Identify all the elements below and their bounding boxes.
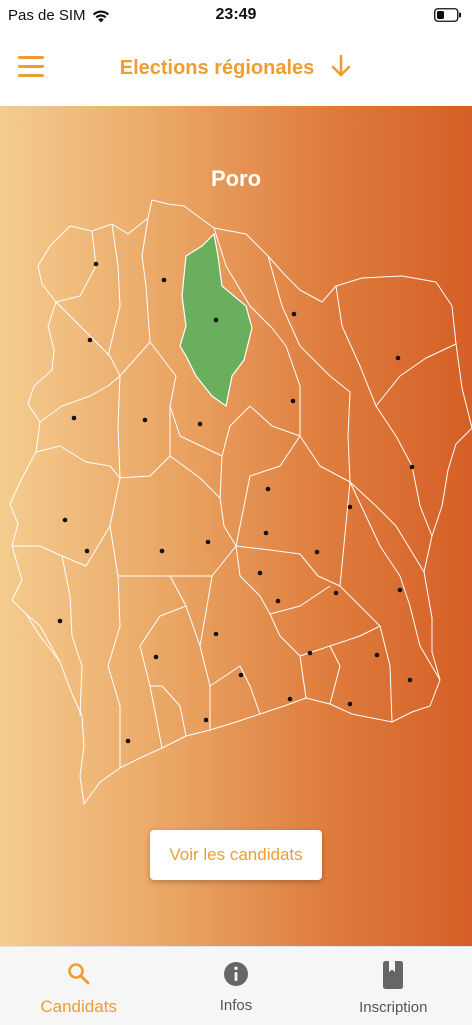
- region-marker: [93, 261, 99, 267]
- region-marker: [205, 539, 211, 545]
- tab-bar: Candidats Infos Inscription: [0, 946, 472, 1025]
- region-marker: [238, 672, 244, 678]
- map-panel: Poro Voir les candidats: [0, 106, 472, 946]
- region-marker: [291, 311, 297, 317]
- region-marker: [62, 517, 68, 523]
- search-icon: [67, 961, 91, 991]
- region-marker: [275, 598, 281, 604]
- region-marker: [407, 677, 413, 683]
- region-marker: [125, 738, 131, 744]
- page-title: Elections régionales: [119, 56, 315, 79]
- region-map[interactable]: [0, 106, 472, 946]
- region-marker: [265, 486, 271, 492]
- region-marker: [257, 570, 263, 576]
- region-marker: [290, 398, 296, 404]
- region-marker: [87, 337, 93, 343]
- tab-infos[interactable]: Infos: [157, 947, 314, 1025]
- tab-candidats[interactable]: Candidats: [0, 947, 157, 1025]
- region-marker: [84, 548, 90, 554]
- arrow-down-icon: [330, 54, 352, 83]
- region-marker: [314, 549, 320, 555]
- region-marker: [57, 618, 63, 624]
- tab-label: Infos: [219, 997, 253, 1014]
- region-marker: [203, 717, 209, 723]
- nav-header: Elections régionales: [0, 32, 472, 104]
- region-marker: [213, 317, 219, 323]
- status-bar: Pas de SIM 23:49: [0, 0, 472, 32]
- region-marker: [409, 464, 415, 470]
- region-marker: [71, 415, 77, 421]
- region-marker: [374, 652, 380, 658]
- region-marker: [287, 696, 293, 702]
- region-marker: [159, 548, 165, 554]
- region-marker: [307, 650, 313, 656]
- map-borders: [9, 199, 472, 805]
- region-marker: [397, 587, 403, 593]
- region-marker: [213, 631, 219, 637]
- battery-icon: [434, 8, 462, 26]
- region-marker: [161, 277, 167, 283]
- info-icon: [223, 961, 249, 991]
- region-marker: [347, 504, 353, 510]
- view-candidates-button[interactable]: Voir les candidats: [150, 830, 322, 880]
- bookmark-book-icon: [383, 961, 404, 993]
- region-marker: [142, 417, 148, 423]
- menu-button[interactable]: [18, 54, 46, 80]
- region-marker: [153, 654, 159, 660]
- region-marker: [347, 701, 353, 707]
- tab-label: Candidats: [40, 997, 117, 1016]
- tab-inscription[interactable]: Inscription: [315, 947, 472, 1025]
- region-marker: [263, 530, 269, 536]
- clock: 23:49: [215, 6, 257, 23]
- title-dropdown[interactable]: Elections régionales: [120, 54, 353, 83]
- region-marker: [333, 590, 339, 596]
- region-marker: [395, 355, 401, 361]
- region-marker: [197, 421, 203, 427]
- tab-label: Inscription: [359, 999, 428, 1016]
- hamburger-menu-icon: [18, 56, 44, 77]
